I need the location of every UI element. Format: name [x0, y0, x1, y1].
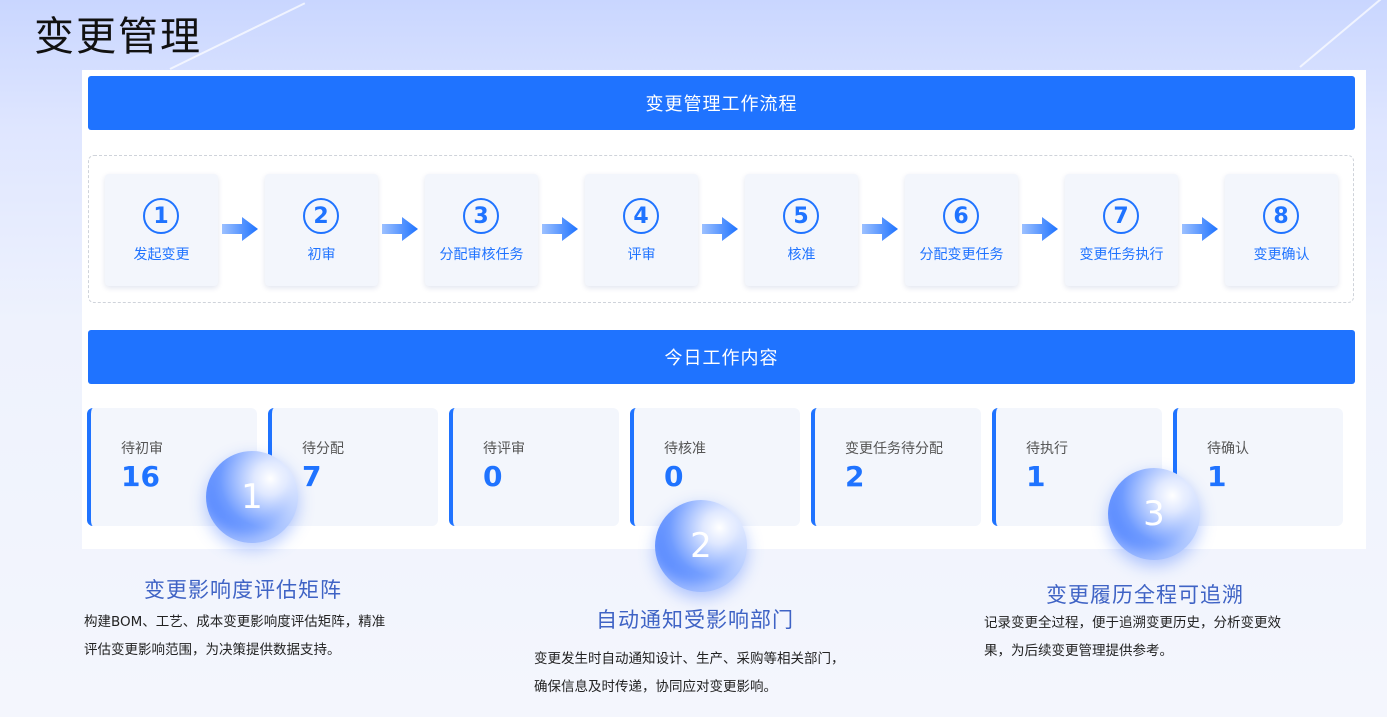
task-card-pending-review[interactable]: 待评审 0 — [449, 408, 619, 526]
feature-description-line: 确保信息及时传递，协同应对变更影响。 — [534, 679, 777, 695]
step-number: 5 — [783, 198, 819, 234]
task-label: 待执行 — [1026, 441, 1068, 457]
task-label: 待确认 — [1207, 441, 1249, 457]
feature-title: 自动通知受影响部门 — [596, 608, 794, 632]
task-count: 7 — [302, 460, 322, 493]
task-label: 待评审 — [483, 441, 525, 457]
task-label: 待初审 — [121, 441, 163, 457]
step-label: 分配审核任务 — [439, 247, 524, 263]
feature-description-line: 评估变更影响范围，为决策提供数据支持。 — [84, 642, 341, 658]
step-card-6[interactable]: 6 分配变更任务 — [905, 174, 1018, 286]
task-card-change-task-pending-assign[interactable]: 变更任务待分配 2 — [811, 408, 981, 526]
arrow-right-icon — [542, 217, 578, 241]
step-label: 核准 — [787, 247, 816, 263]
feature-orb-2: 2 — [655, 500, 747, 592]
today-header: 今日工作内容 — [88, 330, 1355, 384]
step-card-8[interactable]: 8 变更确认 — [1225, 174, 1338, 286]
step-label: 发起变更 — [133, 247, 190, 263]
task-count: 16 — [121, 460, 160, 493]
feature-description-line: 变更发生时自动通知设计、生产、采购等相关部门， — [534, 651, 845, 667]
feature-title: 变更履历全程可追溯 — [1046, 583, 1244, 607]
feature-description-line: 果，为后续变更管理提供参考。 — [984, 643, 1173, 659]
step-number: 6 — [943, 198, 979, 234]
feature-description-line: 构建BOM、工艺、成本变更影响度评估矩阵，精准 — [84, 614, 386, 630]
arrow-right-icon — [1022, 217, 1058, 241]
feature-description: 变更发生时自动通知设计、生产、采购等相关部门， 确保信息及时传递，协同应对变更影… — [534, 645, 894, 701]
step-number: 1 — [143, 198, 179, 234]
arrow-right-icon — [702, 217, 738, 241]
task-label: 待核准 — [664, 441, 706, 457]
task-label: 变更任务待分配 — [845, 441, 943, 457]
step-number: 2 — [303, 198, 339, 234]
feature-orb-3: 3 — [1108, 468, 1200, 560]
workflow-header: 变更管理工作流程 — [88, 76, 1355, 130]
step-label: 初审 — [307, 247, 336, 263]
step-label: 评审 — [627, 247, 656, 263]
step-card-7[interactable]: 7 变更任务执行 — [1065, 174, 1178, 286]
step-card-5[interactable]: 5 核准 — [745, 174, 858, 286]
task-count: 1 — [1026, 460, 1046, 493]
step-label: 变更任务执行 — [1079, 247, 1164, 263]
task-count: 2 — [845, 460, 865, 493]
step-number: 8 — [1263, 198, 1299, 234]
step-label: 变更确认 — [1253, 247, 1310, 263]
step-card-3[interactable]: 3 分配审核任务 — [425, 174, 538, 286]
step-number: 4 — [623, 198, 659, 234]
feature-description-line: 记录变更全过程，便于追溯变更历史，分析变更效 — [984, 615, 1281, 631]
task-count: 0 — [664, 460, 684, 493]
step-number: 3 — [463, 198, 499, 234]
arrow-right-icon — [862, 217, 898, 241]
step-card-1[interactable]: 1 发起变更 — [105, 174, 218, 286]
arrow-right-icon — [382, 217, 418, 241]
feature-title: 变更影响度评估矩阵 — [144, 578, 342, 602]
task-label: 待分配 — [302, 441, 344, 457]
step-label: 分配变更任务 — [919, 247, 1004, 263]
arrow-right-icon — [1182, 217, 1218, 241]
task-count: 0 — [483, 460, 503, 493]
task-count: 1 — [1207, 460, 1227, 493]
arrow-right-icon — [222, 217, 258, 241]
feature-description: 构建BOM、工艺、成本变更影响度评估矩阵，精准 评估变更影响范围，为决策提供数据… — [84, 608, 444, 664]
step-card-2[interactable]: 2 初审 — [265, 174, 378, 286]
step-number: 7 — [1103, 198, 1139, 234]
feature-orb-1: 1 — [206, 451, 298, 543]
page-title: 变更管理 — [34, 14, 202, 60]
decorative-line — [1299, 0, 1385, 68]
feature-description: 记录变更全过程，便于追溯变更历史，分析变更效 果，为后续变更管理提供参考。 — [984, 609, 1344, 665]
step-card-4[interactable]: 4 评审 — [585, 174, 698, 286]
